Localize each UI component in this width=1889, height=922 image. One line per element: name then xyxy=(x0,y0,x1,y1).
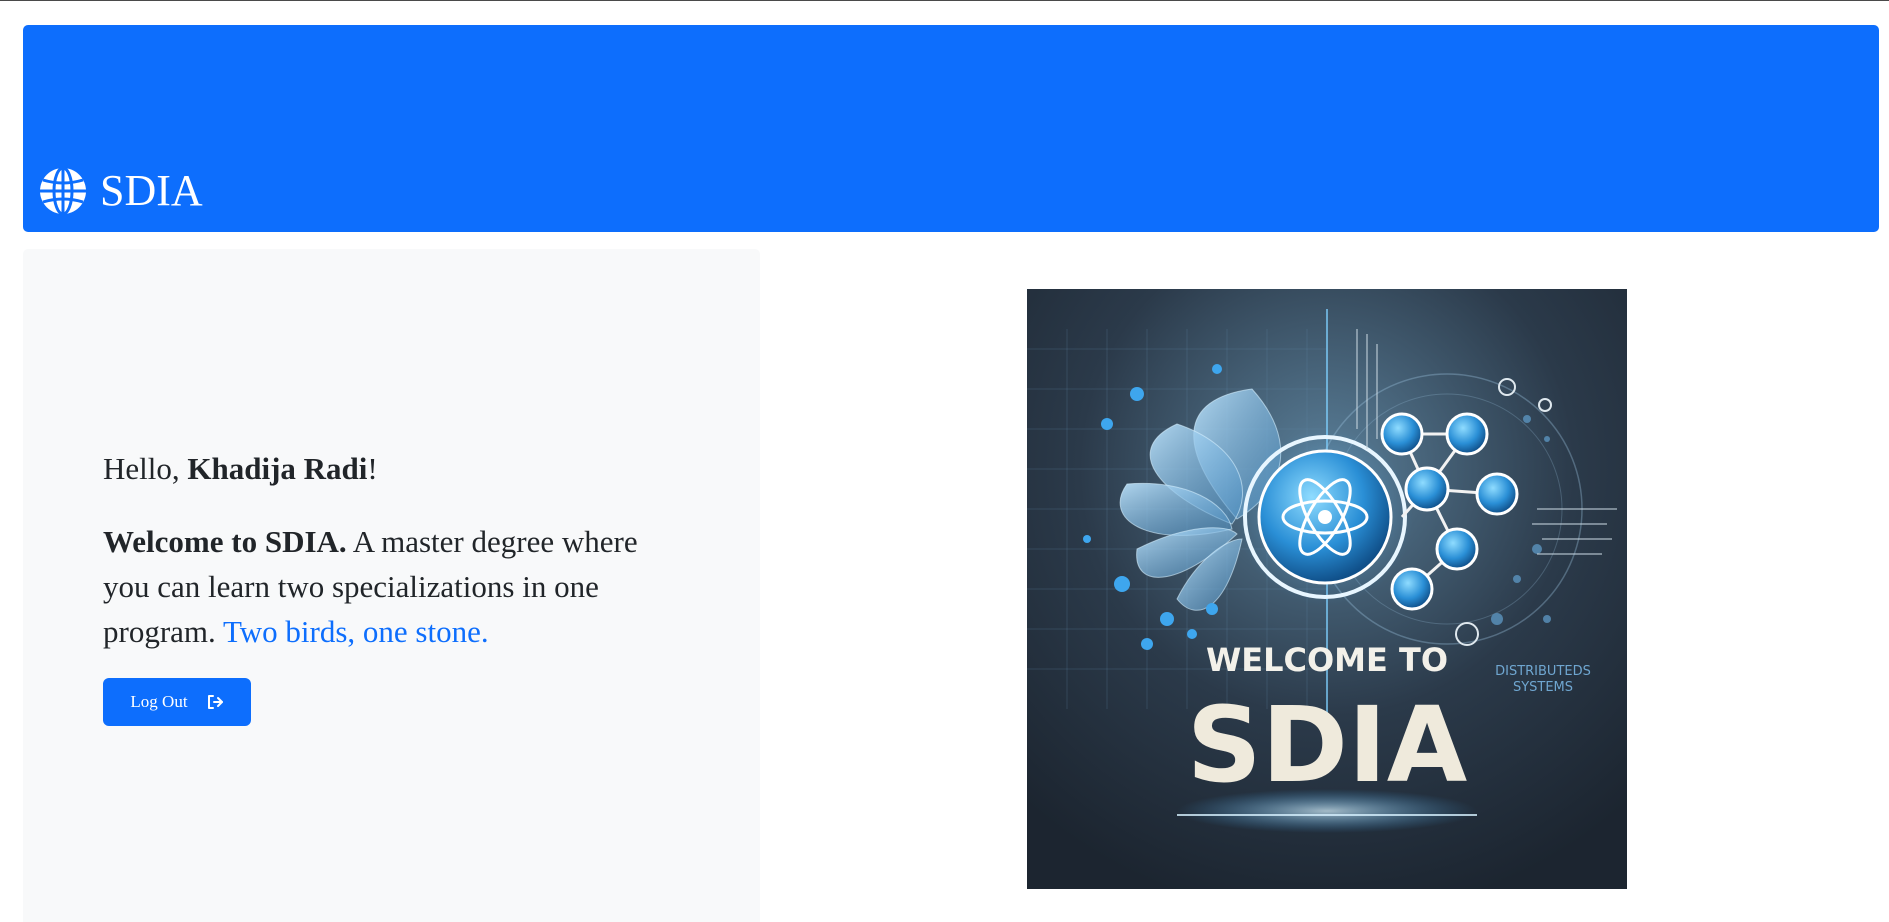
welcome-panel: Hello, Khadija Radi! Welcome to SDIA. A … xyxy=(23,249,760,922)
logout-button[interactable]: Log Out xyxy=(103,678,251,726)
intro-tagline: Two birds, one stone. xyxy=(222,614,489,649)
intro-strong: Welcome to SDIA. xyxy=(103,524,347,559)
intro-paragraph: Welcome to SDIA. A master degree where y… xyxy=(103,519,663,654)
hero-caption-line2: SYSTEMS xyxy=(1513,680,1573,695)
globe-icon xyxy=(38,166,88,216)
hero-image: WELCOME TO SDIA DISTRIBUTEDS SYSTEMS xyxy=(1027,289,1627,889)
brand-link[interactable]: SDIA xyxy=(38,165,203,217)
greeting-text: Hello, Khadija Radi! xyxy=(103,451,378,486)
navbar: SDIA xyxy=(23,25,1879,232)
top-border xyxy=(0,0,1889,1)
logout-icon xyxy=(206,693,224,711)
logout-label: Log Out xyxy=(130,692,188,711)
hero-headline: WELCOME TO xyxy=(1206,641,1448,679)
hero-title: SDIA xyxy=(1187,684,1467,806)
brand-title: SDIA xyxy=(100,166,203,215)
user-name: Khadija Radi xyxy=(187,451,368,486)
hero-caption-line1: DISTRIBUTEDS xyxy=(1495,664,1591,679)
